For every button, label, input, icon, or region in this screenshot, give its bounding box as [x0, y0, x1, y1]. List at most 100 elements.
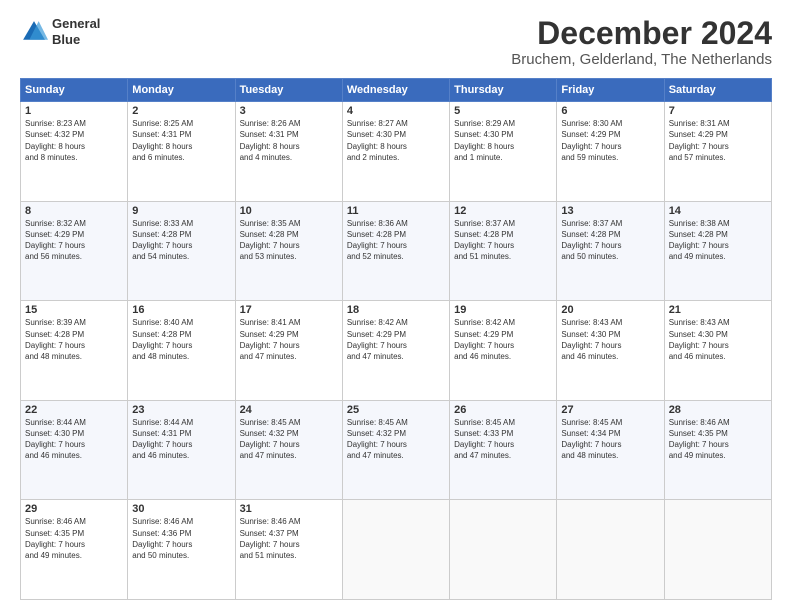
logo-text: General Blue — [52, 16, 100, 47]
day-number: 4 — [347, 105, 445, 117]
calendar-day-cell: 5Sunrise: 8:29 AM Sunset: 4:30 PM Daylig… — [450, 102, 557, 202]
weekday-header-cell: Sunday — [21, 79, 128, 102]
calendar-week-row: 8Sunrise: 8:32 AM Sunset: 4:29 PM Daylig… — [21, 201, 772, 301]
day-number: 13 — [561, 205, 659, 217]
calendar-day-cell: 23Sunrise: 8:44 AM Sunset: 4:31 PM Dayli… — [128, 400, 235, 500]
calendar-day-cell: 14Sunrise: 8:38 AM Sunset: 4:28 PM Dayli… — [664, 201, 771, 301]
day-info: Sunrise: 8:26 AM Sunset: 4:31 PM Dayligh… — [240, 118, 338, 163]
calendar-table: SundayMondayTuesdayWednesdayThursdayFrid… — [20, 78, 772, 600]
day-info: Sunrise: 8:37 AM Sunset: 4:28 PM Dayligh… — [561, 218, 659, 263]
day-info: Sunrise: 8:25 AM Sunset: 4:31 PM Dayligh… — [132, 118, 230, 163]
day-number: 27 — [561, 404, 659, 416]
day-info: Sunrise: 8:42 AM Sunset: 4:29 PM Dayligh… — [454, 317, 552, 362]
calendar-week-row: 29Sunrise: 8:46 AM Sunset: 4:35 PM Dayli… — [21, 500, 772, 600]
day-number: 31 — [240, 503, 338, 515]
weekday-header-cell: Wednesday — [342, 79, 449, 102]
day-number: 6 — [561, 105, 659, 117]
day-info: Sunrise: 8:45 AM Sunset: 4:34 PM Dayligh… — [561, 417, 659, 462]
title-block: December 2024 Bruchem, Gelderland, The N… — [511, 16, 772, 68]
day-number: 17 — [240, 304, 338, 316]
day-info: Sunrise: 8:29 AM Sunset: 4:30 PM Dayligh… — [454, 118, 552, 163]
calendar-day-cell: 13Sunrise: 8:37 AM Sunset: 4:28 PM Dayli… — [557, 201, 664, 301]
day-info: Sunrise: 8:38 AM Sunset: 4:28 PM Dayligh… — [669, 218, 767, 263]
calendar-day-cell — [664, 500, 771, 600]
day-number: 28 — [669, 404, 767, 416]
calendar-week-row: 22Sunrise: 8:44 AM Sunset: 4:30 PM Dayli… — [21, 400, 772, 500]
day-info: Sunrise: 8:46 AM Sunset: 4:35 PM Dayligh… — [669, 417, 767, 462]
header: General Blue December 2024 Bruchem, Geld… — [20, 16, 772, 68]
weekday-header-cell: Monday — [128, 79, 235, 102]
calendar-day-cell: 19Sunrise: 8:42 AM Sunset: 4:29 PM Dayli… — [450, 301, 557, 401]
calendar-day-cell: 2Sunrise: 8:25 AM Sunset: 4:31 PM Daylig… — [128, 102, 235, 202]
day-info: Sunrise: 8:46 AM Sunset: 4:35 PM Dayligh… — [25, 516, 123, 561]
day-number: 21 — [669, 304, 767, 316]
day-info: Sunrise: 8:44 AM Sunset: 4:30 PM Dayligh… — [25, 417, 123, 462]
calendar-day-cell: 22Sunrise: 8:44 AM Sunset: 4:30 PM Dayli… — [21, 400, 128, 500]
day-number: 18 — [347, 304, 445, 316]
day-number: 26 — [454, 404, 552, 416]
calendar-day-cell: 3Sunrise: 8:26 AM Sunset: 4:31 PM Daylig… — [235, 102, 342, 202]
calendar-day-cell: 26Sunrise: 8:45 AM Sunset: 4:33 PM Dayli… — [450, 400, 557, 500]
day-number: 14 — [669, 205, 767, 217]
day-info: Sunrise: 8:31 AM Sunset: 4:29 PM Dayligh… — [669, 118, 767, 163]
weekday-header-cell: Friday — [557, 79, 664, 102]
day-info: Sunrise: 8:27 AM Sunset: 4:30 PM Dayligh… — [347, 118, 445, 163]
calendar-day-cell: 25Sunrise: 8:45 AM Sunset: 4:32 PM Dayli… — [342, 400, 449, 500]
calendar-week-row: 1Sunrise: 8:23 AM Sunset: 4:32 PM Daylig… — [21, 102, 772, 202]
day-info: Sunrise: 8:41 AM Sunset: 4:29 PM Dayligh… — [240, 317, 338, 362]
calendar-day-cell — [557, 500, 664, 600]
day-info: Sunrise: 8:43 AM Sunset: 4:30 PM Dayligh… — [561, 317, 659, 362]
day-info: Sunrise: 8:39 AM Sunset: 4:28 PM Dayligh… — [25, 317, 123, 362]
logo: General Blue — [20, 16, 100, 47]
weekday-header-cell: Thursday — [450, 79, 557, 102]
day-number: 9 — [132, 205, 230, 217]
weekday-header-cell: Saturday — [664, 79, 771, 102]
day-number: 24 — [240, 404, 338, 416]
day-number: 16 — [132, 304, 230, 316]
day-number: 29 — [25, 503, 123, 515]
day-info: Sunrise: 8:37 AM Sunset: 4:28 PM Dayligh… — [454, 218, 552, 263]
day-number: 30 — [132, 503, 230, 515]
day-info: Sunrise: 8:43 AM Sunset: 4:30 PM Dayligh… — [669, 317, 767, 362]
day-number: 25 — [347, 404, 445, 416]
day-number: 11 — [347, 205, 445, 217]
logo-icon — [20, 18, 48, 46]
calendar-day-cell: 9Sunrise: 8:33 AM Sunset: 4:28 PM Daylig… — [128, 201, 235, 301]
calendar-week-row: 15Sunrise: 8:39 AM Sunset: 4:28 PM Dayli… — [21, 301, 772, 401]
day-info: Sunrise: 8:44 AM Sunset: 4:31 PM Dayligh… — [132, 417, 230, 462]
calendar-day-cell: 4Sunrise: 8:27 AM Sunset: 4:30 PM Daylig… — [342, 102, 449, 202]
page: General Blue December 2024 Bruchem, Geld… — [0, 0, 792, 612]
day-info: Sunrise: 8:45 AM Sunset: 4:33 PM Dayligh… — [454, 417, 552, 462]
calendar-day-cell: 1Sunrise: 8:23 AM Sunset: 4:32 PM Daylig… — [21, 102, 128, 202]
day-info: Sunrise: 8:45 AM Sunset: 4:32 PM Dayligh… — [347, 417, 445, 462]
calendar-day-cell: 31Sunrise: 8:46 AM Sunset: 4:37 PM Dayli… — [235, 500, 342, 600]
day-info: Sunrise: 8:36 AM Sunset: 4:28 PM Dayligh… — [347, 218, 445, 263]
day-info: Sunrise: 8:30 AM Sunset: 4:29 PM Dayligh… — [561, 118, 659, 163]
day-number: 15 — [25, 304, 123, 316]
day-number: 19 — [454, 304, 552, 316]
calendar-day-cell: 17Sunrise: 8:41 AM Sunset: 4:29 PM Dayli… — [235, 301, 342, 401]
day-number: 8 — [25, 205, 123, 217]
subtitle: Bruchem, Gelderland, The Netherlands — [511, 51, 772, 68]
calendar-day-cell: 7Sunrise: 8:31 AM Sunset: 4:29 PM Daylig… — [664, 102, 771, 202]
calendar-day-cell: 24Sunrise: 8:45 AM Sunset: 4:32 PM Dayli… — [235, 400, 342, 500]
calendar-day-cell: 20Sunrise: 8:43 AM Sunset: 4:30 PM Dayli… — [557, 301, 664, 401]
day-number: 5 — [454, 105, 552, 117]
calendar-day-cell: 18Sunrise: 8:42 AM Sunset: 4:29 PM Dayli… — [342, 301, 449, 401]
day-info: Sunrise: 8:45 AM Sunset: 4:32 PM Dayligh… — [240, 417, 338, 462]
calendar-day-cell: 21Sunrise: 8:43 AM Sunset: 4:30 PM Dayli… — [664, 301, 771, 401]
calendar-day-cell — [342, 500, 449, 600]
day-info: Sunrise: 8:40 AM Sunset: 4:28 PM Dayligh… — [132, 317, 230, 362]
day-info: Sunrise: 8:42 AM Sunset: 4:29 PM Dayligh… — [347, 317, 445, 362]
calendar-day-cell: 27Sunrise: 8:45 AM Sunset: 4:34 PM Dayli… — [557, 400, 664, 500]
calendar-day-cell: 10Sunrise: 8:35 AM Sunset: 4:28 PM Dayli… — [235, 201, 342, 301]
day-number: 20 — [561, 304, 659, 316]
day-number: 3 — [240, 105, 338, 117]
day-info: Sunrise: 8:35 AM Sunset: 4:28 PM Dayligh… — [240, 218, 338, 263]
calendar-day-cell: 16Sunrise: 8:40 AM Sunset: 4:28 PM Dayli… — [128, 301, 235, 401]
calendar-day-cell: 30Sunrise: 8:46 AM Sunset: 4:36 PM Dayli… — [128, 500, 235, 600]
calendar-day-cell: 12Sunrise: 8:37 AM Sunset: 4:28 PM Dayli… — [450, 201, 557, 301]
calendar-day-cell — [450, 500, 557, 600]
calendar-header-row: SundayMondayTuesdayWednesdayThursdayFrid… — [21, 79, 772, 102]
main-title: December 2024 — [511, 16, 772, 51]
